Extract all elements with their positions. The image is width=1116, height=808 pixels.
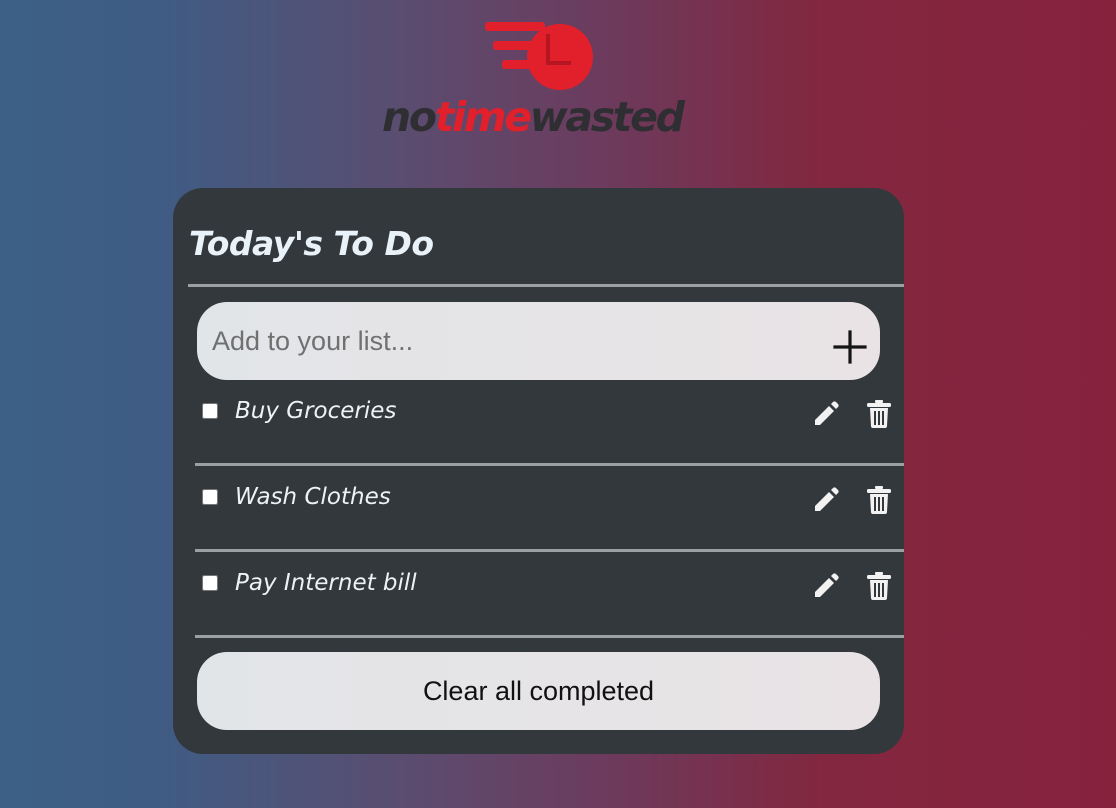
logo-word-no: no	[382, 93, 437, 141]
clear-completed-button[interactable]: Clear all completed	[197, 652, 880, 730]
item-label: Pay Internet bill	[235, 570, 417, 596]
item-checkbox[interactable]	[202, 575, 218, 591]
item-divider	[195, 635, 904, 638]
list-item: Buy Groceries	[195, 380, 904, 466]
logo-word-time: time	[434, 93, 532, 141]
pencil-icon[interactable]	[812, 486, 840, 514]
item-label: Wash Clothes	[235, 484, 391, 510]
item-checkbox[interactable]	[202, 403, 218, 419]
list-item: Wash Clothes	[195, 466, 904, 552]
logo-wordmark: notimewasted	[382, 93, 685, 141]
page-title: Today's To Do	[189, 224, 434, 263]
pencil-icon[interactable]	[812, 572, 840, 600]
trash-icon[interactable]	[867, 572, 891, 600]
pencil-icon[interactable]	[812, 400, 840, 428]
todo-card: Today's To Do Buy Groceries Wash Clothes	[173, 188, 904, 754]
brand-logo: notimewasted	[380, 14, 700, 144]
plus-icon[interactable]	[830, 327, 870, 367]
trash-icon[interactable]	[867, 486, 891, 514]
title-divider	[188, 284, 904, 287]
add-item-input[interactable]	[212, 320, 802, 362]
item-checkbox[interactable]	[202, 489, 218, 505]
trash-icon[interactable]	[867, 400, 891, 428]
item-label: Buy Groceries	[235, 398, 397, 424]
add-item-bar	[197, 302, 880, 380]
clock-speed-logo-icon	[485, 22, 593, 90]
list-item: Pay Internet bill	[195, 552, 904, 638]
logo-word-wasted: wasted	[529, 93, 685, 141]
